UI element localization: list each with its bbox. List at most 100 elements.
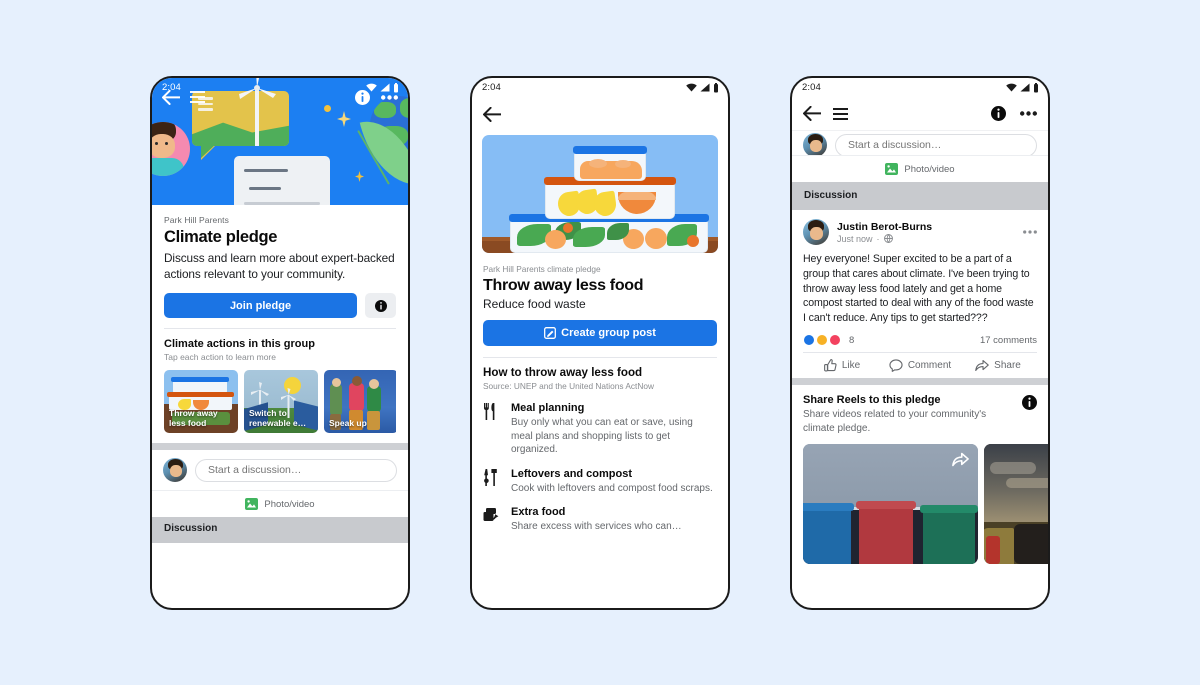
reels-carousel[interactable] [803, 444, 1048, 565]
discussion-composer-clipped[interactable] [792, 131, 1048, 155]
start-discussion-input[interactable] [195, 458, 397, 482]
meta-separator: · [876, 233, 880, 244]
divider [483, 357, 717, 358]
like-reaction-icon [803, 334, 815, 347]
info-button[interactable] [365, 293, 396, 319]
wow-reaction-icon [816, 334, 828, 347]
more-options-icon[interactable] [381, 94, 398, 100]
like-button[interactable]: Like [803, 359, 881, 372]
phone-mockup-1: 2:04 Park Hill Parents Climate pledge Di… [150, 76, 410, 610]
signal-icon [700, 83, 710, 92]
tip-desc: Share excess with services who can… [511, 521, 682, 532]
photo-video-label: Photo/video [904, 163, 955, 175]
photo-video-icon [245, 498, 259, 511]
back-arrow-icon[interactable] [803, 106, 821, 121]
screenshot-canvas: 2:04 Park Hill Parents Climate pledge Di… [0, 0, 1200, 685]
reels-info-icon[interactable] [1022, 395, 1037, 411]
group-name-label: Park Hill Parents [164, 215, 229, 225]
comment-label: Comment [907, 360, 952, 372]
battery-icon [714, 82, 718, 92]
reels-subtitle: Share videos related to your community's… [803, 409, 987, 434]
cta-row: Join pledge [164, 293, 396, 319]
tip-title: Extra food [511, 506, 566, 518]
discussion-label: Discussion [164, 523, 218, 535]
reaction-count: 8 [849, 334, 855, 346]
post-body-text: Hey everyone! Super excited to be a part… [803, 253, 1034, 325]
user-avatar [163, 458, 187, 483]
discussion-band: Discussion [792, 182, 1048, 210]
phone3-top-bar [792, 97, 1048, 131]
phone-mockup-3: 2:04 Start a discussion… Photo/video Dis… [790, 76, 1050, 610]
phone1-top-bar [152, 78, 408, 116]
join-pledge-button[interactable]: Join pledge [164, 293, 357, 319]
photo-video-button[interactable]: Photo/video [152, 490, 408, 517]
action-card-label: Speak up [329, 417, 367, 428]
phone2-content: Park Hill Parents climate pledge Throw a… [472, 253, 728, 534]
back-arrow-icon[interactable] [483, 106, 501, 122]
photo-video-label: Photo/video [264, 498, 315, 510]
thumbs-up-icon [823, 359, 837, 372]
reels-header: Share Reels to this pledge Share videos … [803, 394, 1037, 435]
reaction-summary[interactable]: 8 [803, 334, 855, 347]
action-subtitle: Reduce food waste [483, 297, 586, 311]
post-meta: Just now · [837, 234, 1015, 244]
comments-count[interactable]: 17 comments [980, 335, 1037, 346]
how-to-source: Source: UNEP and the United Nations ActN… [483, 381, 654, 391]
battery-icon [1034, 82, 1038, 92]
food-container-small [573, 146, 647, 181]
phone-mockup-2: 2:04 Park Hill Parents climate pledge Th… [470, 76, 730, 610]
action-card-speak-up[interactable]: Speak up [324, 370, 396, 434]
status-icons [686, 82, 719, 93]
user-avatar [803, 133, 827, 155]
create-group-post-button[interactable]: Create group post [483, 320, 717, 346]
photo-video-icon [885, 163, 899, 175]
tip-desc: Cook with leftovers and compost food scr… [511, 482, 713, 494]
discussion-post: Justin Berot-Burns Just now · Hey everyo… [792, 210, 1048, 378]
hamburger-menu-icon[interactable] [833, 107, 848, 120]
author-avatar[interactable] [803, 219, 829, 245]
create-group-post-label: Create group post [561, 327, 656, 339]
post-more-options-icon[interactable] [1023, 230, 1037, 234]
tip-title: Leftovers and compost [511, 467, 633, 480]
green-bin [920, 505, 978, 565]
photo-video-button[interactable]: Photo/video [792, 155, 1048, 182]
climate-actions-carousel[interactable]: Throw away less food Switch to renewable… [164, 370, 396, 434]
comment-bubble-icon [889, 359, 903, 373]
how-to-title: How to throw away less food [483, 366, 643, 379]
back-arrow-icon[interactable] [162, 89, 180, 105]
share-button[interactable]: Share [959, 359, 1037, 372]
page-title: Climate pledge [164, 228, 278, 246]
action-card-renewable[interactable]: Switch to renewable e… [244, 370, 318, 434]
post-author-name[interactable]: Justin Berot-Burns [837, 221, 1015, 233]
reel-thumbnail-bins[interactable] [803, 444, 978, 565]
tip-title: Meal planning [511, 402, 585, 414]
wifi-icon [686, 83, 697, 92]
phone2-top-bar [472, 97, 728, 131]
action-card-food[interactable]: Throw away less food [164, 370, 238, 434]
phone2-status-bar: 2:04 [472, 78, 728, 97]
actions-section-title: Climate actions in this group [164, 338, 315, 351]
compost-utensils-icon [483, 468, 502, 496]
info-icon[interactable] [991, 106, 1006, 121]
wifi-icon [1006, 83, 1017, 92]
hamburger-menu-icon[interactable] [190, 91, 205, 103]
reel-share-icon[interactable] [952, 452, 969, 472]
red-bin [856, 501, 916, 565]
comment-button[interactable]: Comment [881, 359, 959, 373]
status-time: 2:04 [482, 82, 501, 93]
food-container-large [509, 214, 709, 253]
info-icon [374, 299, 387, 312]
post-actions-row: Like Comment Share [803, 352, 1037, 378]
donate-box-icon [483, 506, 502, 534]
globe-icon [883, 234, 893, 243]
post-header: Justin Berot-Burns Just now · [803, 219, 1037, 245]
blue-bin [803, 503, 854, 565]
status-time: 2:04 [802, 82, 821, 93]
discussion-composer[interactable] [152, 450, 408, 490]
info-icon[interactable] [355, 89, 370, 105]
post-timestamp: Just now [837, 233, 873, 244]
more-options-icon[interactable] [1020, 111, 1037, 116]
reel-thumbnail-storm[interactable] [984, 444, 1048, 565]
section-separator [792, 378, 1048, 386]
start-discussion-input[interactable] [835, 133, 1037, 155]
